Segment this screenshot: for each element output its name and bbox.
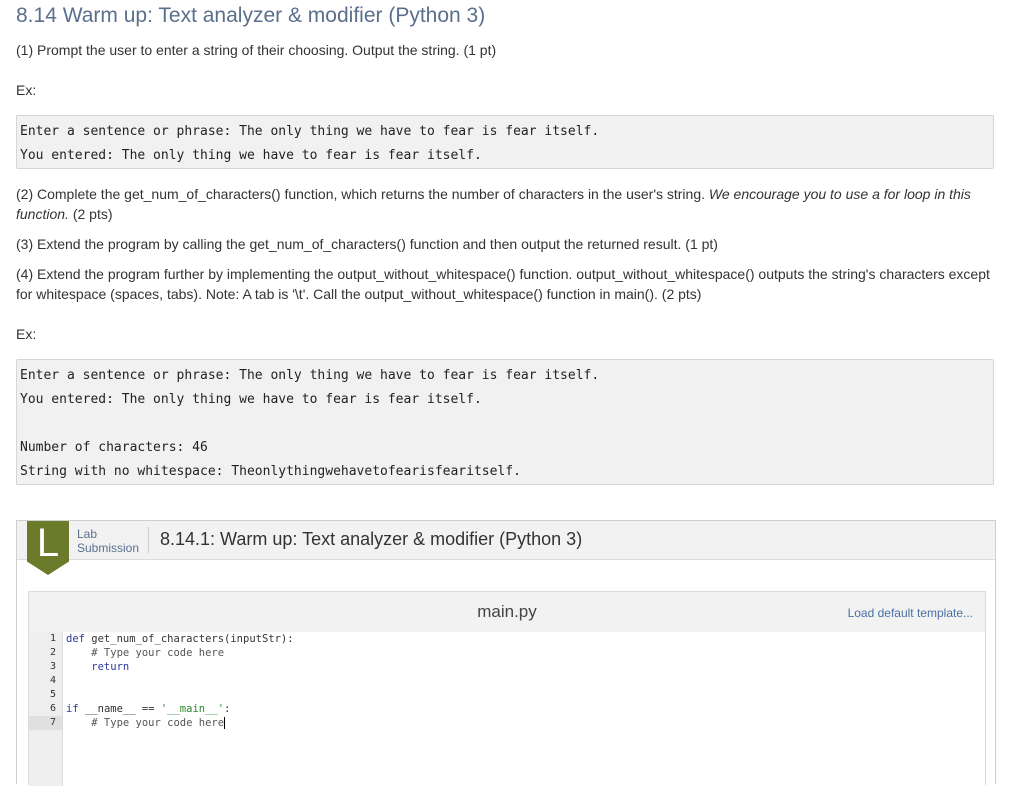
lab-type-label: Lab Submission (77, 527, 139, 555)
example-output-line: You entered: The only thing we have to f… (20, 392, 482, 407)
code-keyword: if (66, 703, 79, 715)
example-label-2: Ex: (16, 326, 37, 342)
code-text: __name__ == (78, 703, 161, 715)
line-number: 6 (49, 703, 56, 714)
code-line[interactable]: # Type your code here (66, 646, 224, 660)
line-number: 5 (49, 689, 56, 700)
example-output-line: You entered: The only thing we have to f… (20, 148, 482, 163)
example-output-line: Enter a sentence or phrase: The only thi… (20, 368, 600, 383)
lab-header-divider (148, 527, 149, 553)
line-number-active: 7 (29, 716, 62, 730)
text-cursor (224, 717, 226, 729)
lab-type-line: Submission (77, 541, 140, 555)
instruction-step-2-text: (2) Complete the get_num_of_characters()… (16, 186, 709, 202)
line-number: 2 (49, 647, 56, 658)
code-text: get_num_of_characters(inputStr): (84, 633, 294, 645)
example-output-line (20, 412, 993, 436)
code-input-area[interactable]: def get_num_of_characters(inputStr): # T… (62, 632, 985, 786)
load-default-template-link[interactable]: Load default template... (848, 606, 973, 620)
instruction-step-1: (1) Prompt the user to enter a string of… (16, 42, 497, 58)
line-number: 3 (49, 661, 56, 672)
example-output-line: String with no whitespace: Theonlythingw… (20, 464, 521, 479)
example-output-2: Enter a sentence or phrase: The only thi… (16, 359, 994, 485)
line-number: 4 (49, 675, 56, 686)
example-output-1: Enter a sentence or phrase: The only thi… (16, 115, 994, 169)
example-output-line: Enter a sentence or phrase: The only thi… (20, 124, 600, 139)
line-number: 1 (49, 633, 56, 644)
code-text: : (224, 703, 231, 715)
editor-toolbar: main.py Load default template... (29, 592, 985, 632)
line-number-gutter: 1 2 3 4 5 6 7 (29, 632, 63, 786)
lab-container: Lab Submission 8.14.1: Warm up: Text ana… (16, 520, 996, 786)
instruction-step-4: (4) Extend the program further by implem… (16, 266, 990, 302)
lab-header: Lab Submission 8.14.1: Warm up: Text ana… (17, 521, 995, 560)
example-output-line: Number of characters: 46 (20, 440, 208, 455)
instruction-step-2-points: (2 pts) (68, 206, 113, 222)
code-line[interactable]: def get_num_of_characters(inputStr): (66, 632, 294, 646)
lab-title: 8.14.1: Warm up: Text analyzer & modifie… (160, 529, 583, 549)
code-line[interactable]: return (66, 660, 129, 674)
code-comment: # Type your code here (66, 717, 225, 729)
example-label-1: Ex: (16, 82, 37, 98)
lab-type-line: Lab (77, 527, 98, 541)
code-editor: main.py Load default template... 1 2 3 4… (28, 591, 986, 786)
code-line[interactable]: # Type your code here (66, 716, 226, 730)
instruction-step-3: (3) Extend the program by calling the ge… (16, 236, 718, 252)
code-line[interactable]: if __name__ == '__main__': (66, 702, 230, 716)
code-string: '__main__' (160, 703, 225, 715)
file-name: main.py (477, 602, 537, 621)
lab-badge-icon: L (27, 521, 69, 575)
code-keyword: def (66, 633, 85, 645)
page-title: 8.14 Warm up: Text analyzer & modifier (… (16, 4, 486, 27)
instruction-step-2: (2) Complete the get_num_of_characters()… (16, 184, 1001, 224)
